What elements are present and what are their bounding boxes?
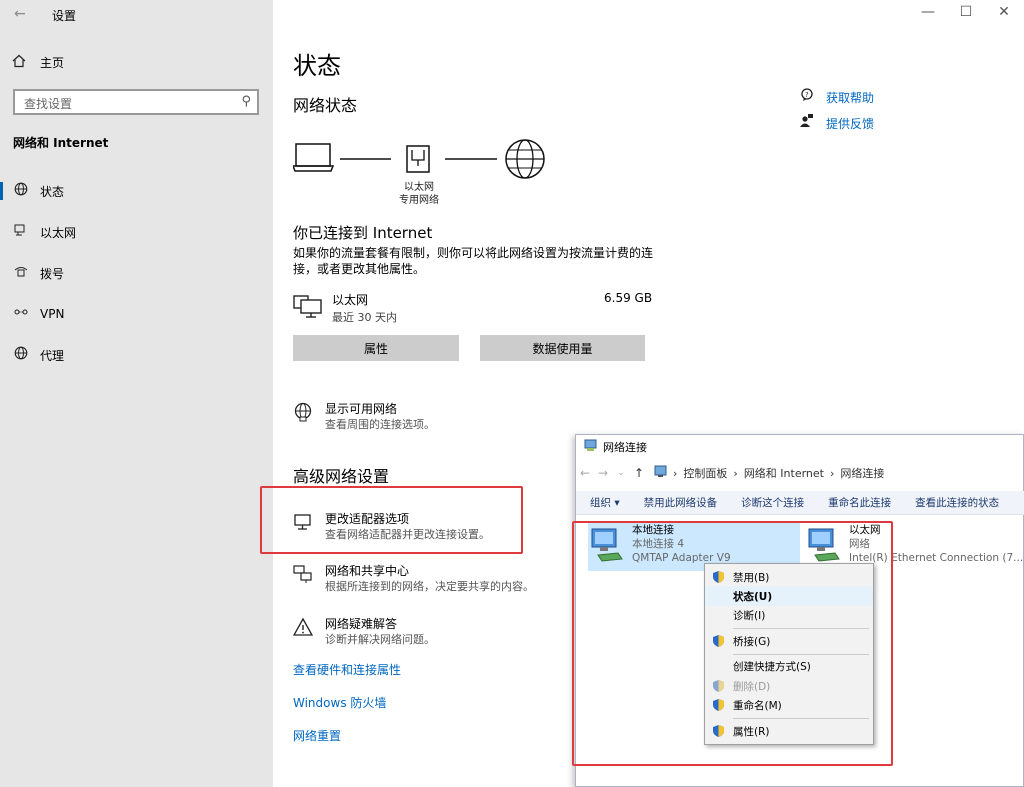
breadcrumb-item[interactable]: 控制面板 xyxy=(683,465,727,481)
nc-toolbar: 组织 ▾ 禁用此网络设备 诊断这个连接 重命名此连接 查看此连接的状态 xyxy=(576,491,1024,515)
sidebar-item-label: 以太网 xyxy=(40,225,77,240)
maximize-icon[interactable]: ☐ xyxy=(951,4,981,20)
properties-button[interactable]: 属性 xyxy=(293,335,459,361)
ethernet-port-icon xyxy=(406,145,430,173)
sidebar-item-status[interactable]: 状态 xyxy=(0,176,273,206)
ethernet-name: 以太网 xyxy=(332,293,369,307)
sidebar-item-proxy[interactable]: 代理 xyxy=(0,340,273,370)
connected-desc: 如果你的流量套餐有限制，则你可以将此网络设置为按流量计费的连接，或者更改其他属性… xyxy=(293,246,654,276)
section-label: 网络和 Internet xyxy=(13,136,109,150)
globe-icon xyxy=(0,182,40,200)
get-help-link[interactable]: ? 获取帮助 xyxy=(800,88,874,106)
sharing-center-desc: 根据所连接到的网络，决定要共享的内容。 xyxy=(325,580,534,593)
ethernet-period: 最近 30 天内 xyxy=(332,311,397,324)
nc-titlebar: 网络连接 xyxy=(576,435,1024,459)
sidebar-item-vpn[interactable]: VPN xyxy=(0,299,273,329)
network-folder-icon xyxy=(584,439,597,455)
breadcrumb-item[interactable]: 网络连接 xyxy=(840,465,884,481)
connected-heading: 你已连接到 Internet xyxy=(293,224,433,242)
back-icon[interactable]: ← xyxy=(576,466,594,480)
internet-globe-icon xyxy=(505,139,545,179)
search-icon: ⚲ xyxy=(241,94,251,109)
show-networks-desc: 查看周围的连接选项。 xyxy=(325,418,435,431)
sharing-center-title: 网络和共享中心 xyxy=(325,564,410,578)
close-icon[interactable]: ✕ xyxy=(989,4,1019,20)
vpn-icon xyxy=(0,305,40,323)
feedback-person-icon xyxy=(800,114,814,132)
sidebar-item-label: 代理 xyxy=(40,348,65,363)
forward-icon[interactable]: → xyxy=(594,466,612,480)
diagram-label: 以太网 专用网络 xyxy=(399,182,439,206)
firewall-link[interactable]: Windows 防火墙 xyxy=(293,694,386,711)
ethernet-icon xyxy=(0,223,40,241)
nav-home[interactable]: 主页 xyxy=(12,54,64,71)
home-label: 主页 xyxy=(40,56,65,70)
page-title: 状态 xyxy=(293,52,341,80)
troubleshoot-title: 网络疑难解答 xyxy=(325,617,398,631)
sharing-center-link[interactable]: 网络和共享中心 根据所连接到的网络，决定要共享的内容。 xyxy=(293,564,534,594)
feedback-label: 提供反馈 xyxy=(826,116,875,131)
sidebar-item-label: 拨号 xyxy=(40,266,65,281)
home-icon xyxy=(12,54,26,71)
toolbar-organize[interactable]: 组织 ▾ xyxy=(576,495,630,510)
help-chat-icon: ? xyxy=(800,88,814,106)
control-panel-icon xyxy=(654,465,667,481)
back-arrow-icon[interactable]: ← xyxy=(14,6,26,22)
sidebar-item-dialup[interactable]: 拨号 xyxy=(0,258,273,288)
network-globe-icon xyxy=(293,402,315,432)
troubleshoot-desc: 诊断并解决网络问题。 xyxy=(325,633,435,646)
active-indicator xyxy=(0,182,3,200)
sidebar-item-label: VPN xyxy=(40,307,65,321)
toolbar-diagnose[interactable]: 诊断这个连接 xyxy=(727,495,814,510)
nc-window-title: 网络连接 xyxy=(603,441,647,454)
breadcrumb-item[interactable]: 网络和 Internet xyxy=(744,465,824,481)
show-networks-title: 显示可用网络 xyxy=(325,402,398,416)
sidebar-item-ethernet[interactable]: 以太网 xyxy=(0,217,273,247)
up-icon[interactable]: ↑ xyxy=(630,466,648,480)
address-bar[interactable]: ← → ⌄ ↑ › 控制面板 › 网络和 Internet › 网络连接 xyxy=(576,461,1024,485)
ethernet-monitor-icon xyxy=(293,293,323,322)
network-status-heading: 网络状态 xyxy=(293,96,358,115)
sidebar: ← 设置 主页 查找设置 ⚲ 网络和 Internet 状态 以太网 拨号 VP… xyxy=(0,0,273,787)
advanced-heading: 高级网络设置 xyxy=(293,467,390,486)
show-networks-link[interactable]: 显示可用网络 查看周围的连接选项。 xyxy=(293,402,435,432)
toolbar-rename[interactable]: 重命名此连接 xyxy=(814,495,901,510)
sidebar-item-label: 状态 xyxy=(40,184,65,199)
highlight-box xyxy=(572,521,893,766)
get-help-label: 获取帮助 xyxy=(826,90,875,105)
data-usage-button[interactable]: 数据使用量 xyxy=(480,335,645,361)
hardware-properties-link[interactable]: 查看硬件和连接属性 xyxy=(293,661,401,678)
warning-icon xyxy=(292,617,315,647)
laptop-icon xyxy=(293,143,335,172)
highlight-box xyxy=(260,486,523,554)
toolbar-disable-device[interactable]: 禁用此网络设备 xyxy=(630,495,728,510)
network-reset-link[interactable]: 网络重置 xyxy=(293,727,341,744)
ethernet-usage: 6.59 GB xyxy=(604,291,653,305)
dialup-icon xyxy=(0,264,40,282)
svg-text:?: ? xyxy=(805,91,809,99)
search-placeholder: 查找设置 xyxy=(24,97,73,111)
app-title: 设置 xyxy=(52,9,77,23)
recent-dropdown-icon[interactable]: ⌄ xyxy=(612,468,630,478)
minimize-icon[interactable]: — xyxy=(913,4,943,20)
sharing-center-icon xyxy=(293,564,315,594)
feedback-link[interactable]: 提供反馈 xyxy=(800,114,874,132)
search-input[interactable]: 查找设置 ⚲ xyxy=(13,89,259,115)
proxy-globe-icon xyxy=(0,346,40,364)
troubleshoot-link[interactable]: 网络疑难解答 诊断并解决网络问题。 xyxy=(292,617,435,647)
toolbar-view-status[interactable]: 查看此连接的状态 xyxy=(901,495,1009,510)
